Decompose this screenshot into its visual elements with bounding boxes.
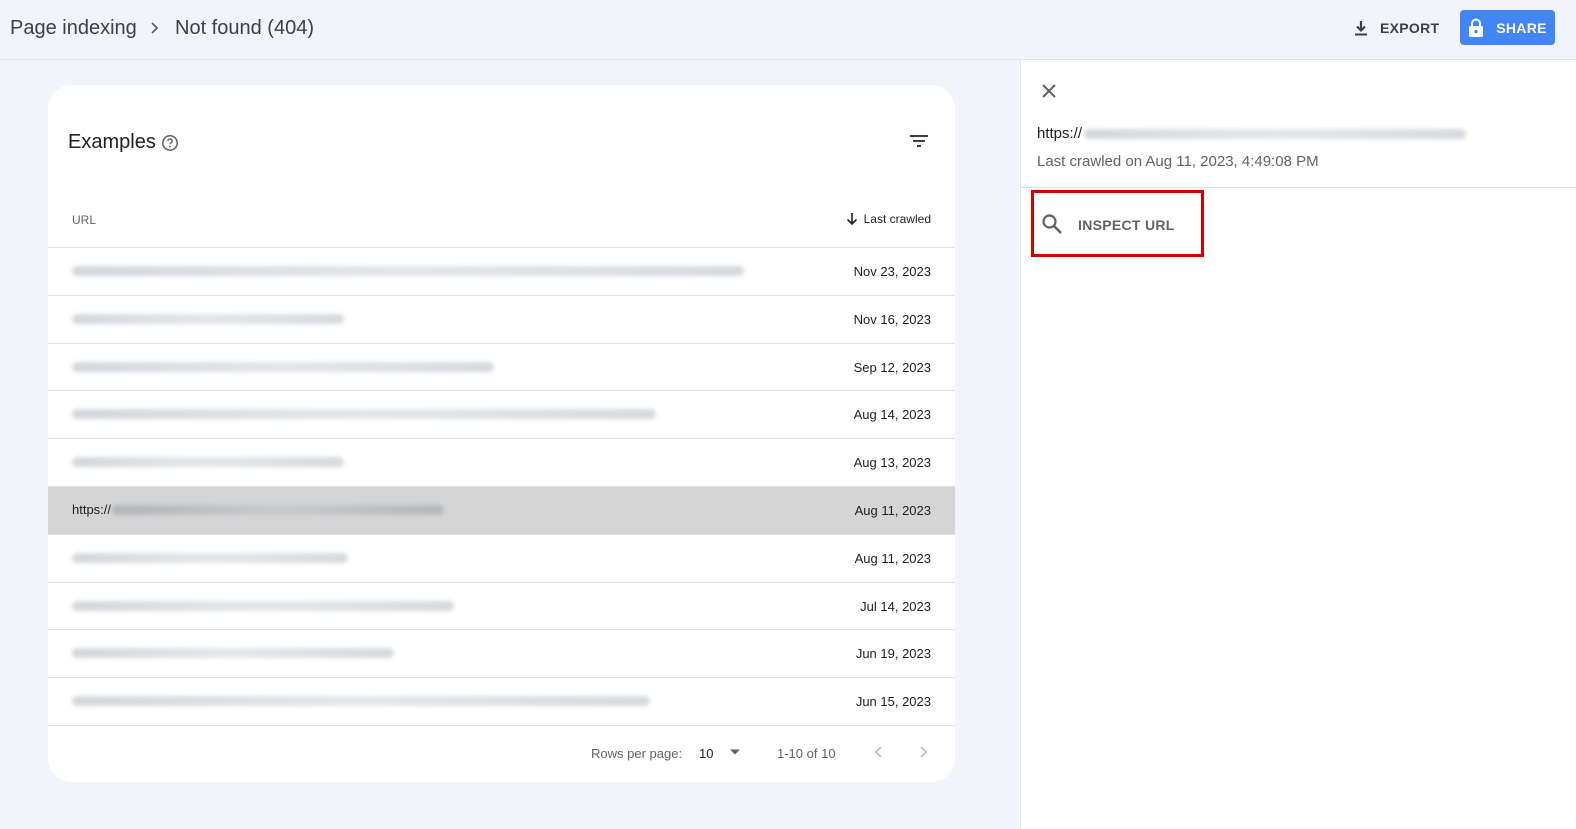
redacted-url: [72, 313, 344, 324]
last-crawled-cell: Sep 12, 2023: [853, 359, 931, 375]
table-row[interactable]: Aug 13, 2023: [48, 439, 955, 487]
examples-title: Examples: [68, 131, 156, 153]
lock-icon: [1469, 18, 1484, 37]
previous-page-button[interactable]: [872, 742, 886, 762]
table-row[interactable]: Nov 23, 2023: [48, 248, 955, 296]
share-button[interactable]: SHARE: [1460, 10, 1555, 45]
url-cell: [72, 693, 650, 709]
last-crawled-cell: Nov 16, 2023: [853, 311, 931, 327]
url-cell: [72, 406, 656, 422]
caret-down-icon[interactable]: [729, 748, 741, 756]
url-cell: [72, 550, 348, 566]
table-row[interactable]: https:// Aug 11, 2023: [48, 486, 955, 535]
url-cell: [72, 454, 344, 470]
url-details-panel: https:// Last crawled on Aug 11, 2023, 4…: [1020, 60, 1576, 829]
breadcrumb-page-indexing[interactable]: Page indexing: [10, 17, 137, 40]
divider: [1021, 187, 1576, 188]
next-page-button[interactable]: [916, 742, 930, 762]
table-row[interactable]: Aug 11, 2023: [48, 535, 955, 583]
search-icon: [1042, 214, 1062, 234]
table-row[interactable]: Sep 12, 2023: [48, 344, 955, 392]
redacted-url: [72, 409, 656, 420]
share-label: SHARE: [1496, 19, 1547, 36]
column-header-last-crawled[interactable]: Last crawled: [846, 212, 931, 226]
redacted-url: [72, 696, 650, 707]
export-label: EXPORT: [1380, 20, 1440, 36]
last-crawled-cell: Aug 13, 2023: [853, 455, 931, 471]
redacted-url: [72, 361, 494, 372]
url-cell: [72, 263, 744, 279]
rows-per-page-select[interactable]: 10: [699, 746, 713, 761]
table-row[interactable]: Nov 16, 2023: [48, 296, 955, 344]
table-row[interactable]: Aug 14, 2023: [48, 391, 955, 440]
last-crawled-cell: Nov 23, 2023: [853, 264, 931, 279]
pagination: Rows per page: 10 1-10 of 10: [48, 730, 955, 770]
last-crawled-cell: Jun 19, 2023: [855, 646, 931, 662]
table-row[interactable]: Jun 15, 2023: [48, 678, 955, 726]
last-crawled-cell: Jul 14, 2023: [860, 598, 931, 614]
url-cell: [72, 311, 344, 327]
filter-icon[interactable]: [907, 129, 931, 153]
inspect-url-button[interactable]: INSPECT URL: [1031, 190, 1204, 257]
download-icon: [1355, 21, 1367, 36]
page-range: 1-10 of 10: [777, 746, 836, 761]
inspect-url-label: INSPECT URL: [1078, 217, 1175, 233]
close-icon[interactable]: [1039, 81, 1059, 101]
page-title: Not found (404): [175, 17, 314, 39]
arrow-down-icon: [846, 213, 857, 226]
url-prefix: https://: [72, 502, 112, 518]
table-row[interactable]: Jul 14, 2023: [48, 583, 955, 631]
redacted-url: [72, 266, 744, 276]
examples-table: Nov 23, 2023 Nov 16, 2023 Sep 12, 2023 Aug …: [48, 248, 955, 726]
redacted-url: [1084, 128, 1467, 139]
url-cell: [72, 598, 454, 614]
table-header: URL Last crawled: [48, 195, 955, 248]
table-row[interactable]: Jun 19, 2023: [48, 630, 955, 679]
url-cell: [72, 359, 494, 375]
panel-url-prefix: https://: [1037, 125, 1083, 142]
last-crawled-cell: Aug 11, 2023: [854, 550, 931, 566]
redacted-url: [112, 504, 445, 515]
last-crawled-label: Last crawled: [863, 212, 931, 226]
panel-url: https://: [1037, 125, 1467, 142]
help-icon[interactable]: [161, 134, 179, 152]
panel-last-crawled: Last crawled on Aug 11, 2023, 4:49:08 PM: [1037, 153, 1319, 170]
last-crawled-cell: Aug 11, 2023: [854, 502, 931, 518]
url-cell: [72, 645, 394, 661]
rows-per-page-label: Rows per page:: [591, 746, 683, 761]
export-button[interactable]: EXPORT: [1352, 12, 1452, 44]
examples-card: Examples URL Last crawled Nov 23, 2023 No…: [48, 85, 955, 782]
last-crawled-cell: Aug 14, 2023: [853, 407, 931, 423]
redacted-url: [72, 648, 394, 659]
last-crawled-cell: Jun 15, 2023: [855, 694, 931, 710]
redacted-url: [72, 552, 348, 563]
url-cell: https://: [72, 502, 445, 518]
redacted-url: [72, 600, 454, 611]
column-header-url: URL: [72, 213, 97, 227]
chevron-right-icon: [151, 22, 159, 34]
redacted-url: [72, 457, 344, 468]
top-bar: Page indexing Not found (404) EXPORT SHA…: [0, 0, 1576, 60]
